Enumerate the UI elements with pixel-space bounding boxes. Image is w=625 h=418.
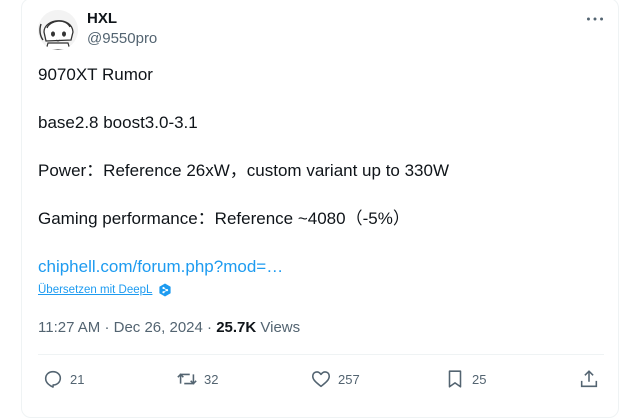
post-text-line: 9070XT Rumor (38, 65, 153, 84)
views-count: 25.7K (216, 319, 257, 336)
post-meta: 11:27 AM · Dec 26, 2024 · 25.7K Views (38, 319, 300, 336)
anime-avatar-icon (38, 10, 78, 50)
divider (38, 354, 604, 355)
share-icon (580, 370, 598, 388)
share-button[interactable] (578, 367, 600, 391)
reply-count: 21 (70, 371, 85, 387)
author-handle[interactable]: @9550pro (87, 30, 157, 47)
repost-count: 32 (204, 371, 219, 387)
meta-separator: · (104, 319, 110, 336)
more-icon (586, 17, 604, 21)
translate-label: Übersetzen mit DeepL (38, 284, 153, 296)
repost-icon (177, 373, 197, 385)
bookmark-icon (448, 370, 462, 388)
author-name[interactable]: HXL (87, 10, 117, 27)
post-text-line: Gaming performance：Reference ~4080（-5%） (38, 209, 410, 228)
post-text-line: Power：Reference 26xW，custom variant up t… (38, 161, 450, 180)
meta-separator: · (207, 319, 213, 336)
like-button[interactable]: 257 (310, 367, 360, 391)
more-options-button[interactable] (584, 9, 606, 29)
reply-button[interactable]: 21 (42, 367, 84, 391)
views-label: Views (260, 319, 301, 336)
post-text-line: base2.8 boost3.0-3.1 (38, 113, 198, 132)
reply-icon (44, 370, 62, 388)
bookmark-button[interactable]: 25 (444, 367, 486, 391)
avatar[interactable] (38, 10, 78, 50)
translate-link[interactable]: Übersetzen mit DeepL (38, 283, 172, 297)
post-time[interactable]: 11:27 AM (38, 319, 100, 336)
post-date[interactable]: Dec 26, 2024 (114, 319, 203, 336)
bookmark-count: 25 (472, 371, 487, 387)
post-link[interactable]: chiphell.com/forum.php?mod=… (38, 256, 283, 278)
like-count: 257 (338, 371, 360, 387)
deepl-icon (159, 283, 172, 297)
repost-button[interactable]: 32 (176, 367, 218, 391)
heart-icon (311, 371, 331, 388)
